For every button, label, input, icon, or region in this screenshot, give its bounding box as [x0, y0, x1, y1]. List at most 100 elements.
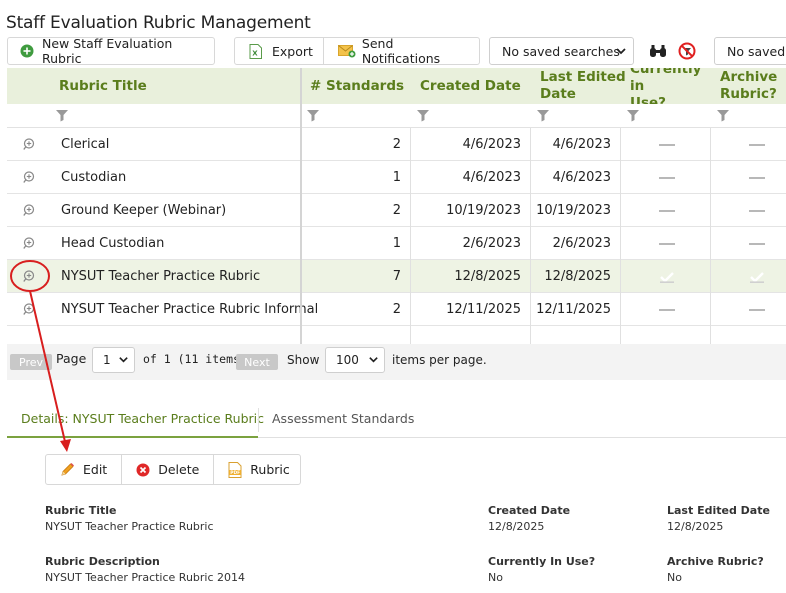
archive-label: Archive Rubric? [667, 555, 764, 568]
col-standards[interactable]: # Standards [310, 68, 410, 104]
table-row[interactable]: Ground Keeper (Webinar) 2 10/19/2023 10/19/… [7, 194, 786, 227]
rubric-description-label: Rubric Description [45, 555, 160, 568]
rubric-description-value: NYSUT Teacher Practice Rubric 2014 [45, 571, 246, 584]
view-details-icon[interactable] [23, 227, 36, 260]
rubric-title-cell: Clerical [61, 137, 110, 152]
col-in-use[interactable]: Currently in Use? [630, 68, 718, 111]
page-select[interactable]: 1 [92, 347, 135, 373]
prev-button[interactable]: Prev [10, 354, 52, 370]
last-edited-value: 12/8/2025 [667, 520, 724, 533]
table-row[interactable]: NYSUT Teacher Practice Rubric 7 12/8/2025 1… [7, 260, 786, 293]
filter-icon[interactable] [306, 109, 320, 126]
table-row[interactable]: Custodian 1 4/6/2023 4/6/2023 [7, 161, 786, 194]
in-use-label: Currently In Use? [488, 555, 596, 568]
show-label: Show [287, 353, 320, 367]
active-tab-indicator [7, 436, 258, 438]
table-row[interactable]: Head Custodian 1 2/6/2023 2/6/2023 [7, 227, 786, 260]
table-row-empty [7, 326, 786, 346]
filter-icon[interactable] [626, 109, 640, 126]
export-label: Export [272, 43, 313, 59]
col-divider [620, 128, 621, 346]
dash-icon [659, 293, 675, 326]
view-details-icon[interactable] [23, 260, 36, 293]
rubric-title-cell: NYSUT Teacher Practice Rubric Informal [61, 302, 319, 317]
last-edited-cell: 4/6/2023 [552, 137, 611, 152]
view-details-icon[interactable] [23, 293, 36, 326]
tab-assessment-standards[interactable]: Assessment Standards [272, 411, 414, 426]
filter-icon[interactable] [536, 109, 550, 126]
tab-divider [258, 408, 259, 432]
delete-circle-icon [136, 463, 150, 477]
saved-searches-select[interactable]: No saved searches [489, 37, 634, 65]
col-edited-label-1: Last Edited [540, 69, 626, 85]
standards-cell: 2 [392, 302, 401, 317]
pencil-icon [60, 462, 75, 477]
dash-icon [749, 293, 765, 326]
page-count: of 1 (11 items) [143, 352, 247, 366]
send-notifications-label: Send Notifications [361, 36, 441, 66]
col-archive[interactable]: Archive Rubric? [720, 68, 786, 104]
dash-icon [749, 128, 765, 161]
table-row[interactable]: Clerical 2 4/6/2023 4/6/2023 [7, 128, 786, 161]
created-date-cell: 2/6/2023 [462, 236, 521, 251]
details-tabs: Details: NYSUT Teacher Practice Rubric A… [7, 400, 786, 438]
col-created[interactable]: Created Date [420, 68, 530, 104]
rubric-title-value: NYSUT Teacher Practice Rubric [45, 520, 214, 533]
rubric-pdf-button[interactable]: PDF Rubric [213, 455, 303, 484]
binoculars-icon[interactable] [648, 41, 668, 61]
chevron-down-icon [615, 45, 627, 60]
filter-icon[interactable] [416, 109, 430, 126]
details-panel: Details: NYSUT Teacher Practice Rubric A… [7, 400, 786, 593]
check-icon [749, 260, 765, 293]
dash-icon [659, 128, 675, 161]
details-actions: Edit Delete PDF Rubric [45, 454, 301, 485]
saved-searches-select-2[interactable]: No saved [714, 37, 786, 65]
per-page-suffix: items per page. [392, 353, 487, 367]
last-edited-cell: 12/11/2025 [536, 302, 611, 317]
saved-searches-value: No saved searches [502, 43, 620, 59]
created-date-cell: 12/8/2025 [454, 269, 521, 284]
frozen-column-divider[interactable] [300, 68, 302, 358]
no-filter-icon[interactable] [677, 41, 697, 61]
dash-icon [659, 194, 675, 227]
filter-icon[interactable] [55, 109, 69, 126]
view-details-icon[interactable] [23, 128, 36, 161]
col-rubric-title[interactable]: Rubric Title [59, 68, 299, 104]
col-in-use-label-1: Currently in [630, 68, 702, 94]
per-page-value: 100 [336, 353, 359, 367]
standards-cell: 2 [392, 137, 401, 152]
last-edited-cell: 4/6/2023 [552, 170, 611, 185]
per-page-select[interactable]: 100 [325, 347, 385, 373]
standards-cell: 2 [392, 203, 401, 218]
last-edited-label: Last Edited Date [667, 504, 770, 517]
table-row[interactable]: NYSUT Teacher Practice Rubric Informal 2 1… [7, 293, 786, 326]
view-details-icon[interactable] [23, 194, 36, 227]
rubric-title-cell: Head Custodian [61, 236, 165, 251]
last-edited-cell: 2/6/2023 [552, 236, 611, 251]
dash-icon [749, 194, 765, 227]
new-rubric-label: New Staff Evaluation Rubric [42, 36, 173, 66]
chevron-down-icon [368, 354, 379, 368]
grid-header: Rubric Title # Standards Created Date La… [7, 68, 786, 111]
in-use-value: No [488, 571, 503, 584]
col-edited[interactable]: Last Edited Date [540, 68, 626, 104]
edit-label: Edit [83, 462, 108, 477]
created-date-cell: 4/6/2023 [462, 170, 521, 185]
rubric-title-cell: NYSUT Teacher Practice Rubric [61, 269, 261, 284]
page-title: Staff Evaluation Rubric Management [6, 13, 311, 33]
created-date-cell: 12/11/2025 [446, 302, 521, 317]
edit-button[interactable]: Edit [46, 455, 121, 484]
view-details-icon[interactable] [23, 161, 36, 194]
new-rubric-button[interactable]: New Staff Evaluation Rubric [7, 36, 215, 66]
delete-button[interactable]: Delete [121, 455, 213, 484]
tab-details[interactable]: Details: NYSUT Teacher Practice Rubric [21, 411, 264, 426]
rubric-title-cell: Custodian [61, 170, 127, 185]
last-edited-cell: 10/19/2023 [536, 203, 611, 218]
next-button[interactable]: Next [236, 354, 278, 370]
page-label: Page [56, 351, 87, 366]
filter-icon[interactable] [716, 109, 730, 126]
export-button[interactable]: X Export [235, 38, 323, 64]
envelope-icon [337, 44, 356, 58]
standards-cell: 1 [392, 170, 401, 185]
send-notifications-button[interactable]: Send Notifications [322, 36, 479, 66]
